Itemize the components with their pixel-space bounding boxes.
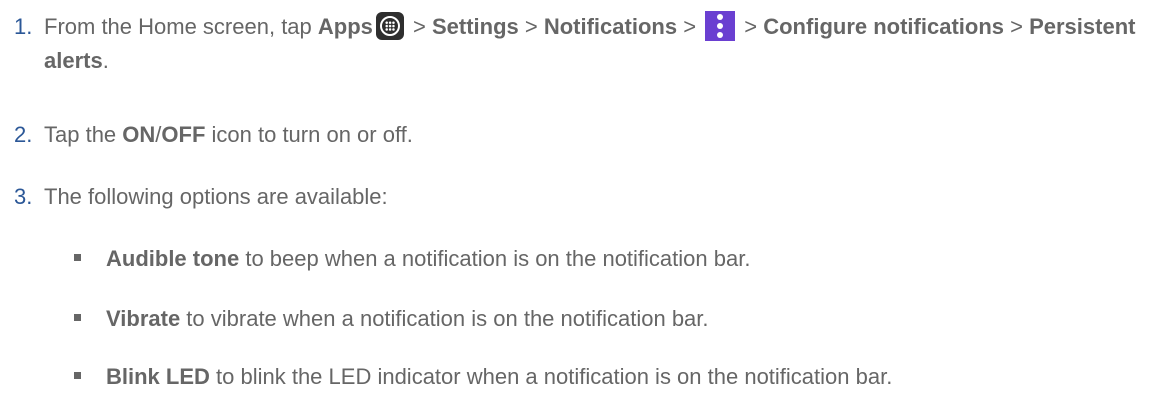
step-number: 2.: [14, 122, 33, 147]
more-options-icon: [705, 11, 736, 42]
text-fragment: >: [738, 14, 764, 39]
text-fragment: From the Home screen, tap: [44, 14, 318, 39]
text-fragment: >: [406, 14, 432, 39]
step-text: The following options are available:: [44, 180, 1154, 214]
text-fragment: icon to turn on or off.: [205, 122, 413, 147]
off-label: OFF: [161, 122, 206, 147]
bullet-item-vibrate: Vibrate to vibrate when a notification i…: [74, 302, 1154, 336]
text-fragment: >: [677, 14, 703, 39]
text-fragment: Tap the: [44, 122, 123, 147]
bullet-item-blink-led: Blink LED to blink the LED indicator whe…: [74, 360, 1154, 394]
apps-grid-icon: [375, 12, 404, 41]
step-3: 3. The following options are available:: [14, 180, 1154, 214]
bullet-marker: [74, 314, 81, 321]
option-description: to blink the LED indicator when a notifi…: [209, 364, 893, 389]
settings-label: Settings: [431, 14, 519, 39]
option-description: to vibrate when a notification is on the…: [180, 306, 709, 331]
bullet-text: Vibrate to vibrate when a notification i…: [106, 302, 1154, 336]
bullet-marker: [74, 372, 81, 379]
bullet-item-audible-tone: Audible tone to beep when a notification…: [74, 242, 1154, 276]
option-name: Blink LED: [106, 364, 210, 389]
step-text: From the Home screen, tap Apps > Setting…: [44, 10, 1154, 78]
step-1: 1. From the Home screen, tap Apps > Sett…: [14, 10, 1154, 78]
text-fragment: .: [102, 48, 109, 73]
step-2: 2. Tap the ON/OFF icon to turn on or off…: [14, 118, 1154, 152]
step-text: Tap the ON/OFF icon to turn on or off.: [44, 118, 1154, 152]
bullet-text: Blink LED to blink the LED indicator whe…: [106, 360, 1154, 394]
text-fragment: >: [1004, 14, 1030, 39]
bullet-marker: [74, 254, 81, 261]
option-description: to beep when a notification is on the no…: [239, 246, 751, 271]
option-name: Audible tone: [106, 246, 240, 271]
step-number: 3.: [14, 184, 33, 209]
text-fragment: >: [518, 14, 544, 39]
configure-notifications-label: Configure notifications: [763, 14, 1004, 39]
step-number: 1.: [14, 14, 33, 39]
on-label: ON: [122, 122, 156, 147]
apps-label: Apps: [317, 14, 373, 39]
bullet-text: Audible tone to beep when a notification…: [106, 242, 1154, 276]
notifications-label: Notifications: [543, 14, 678, 39]
text-fragment: The following options are available:: [44, 184, 388, 209]
option-name: Vibrate: [106, 306, 181, 331]
